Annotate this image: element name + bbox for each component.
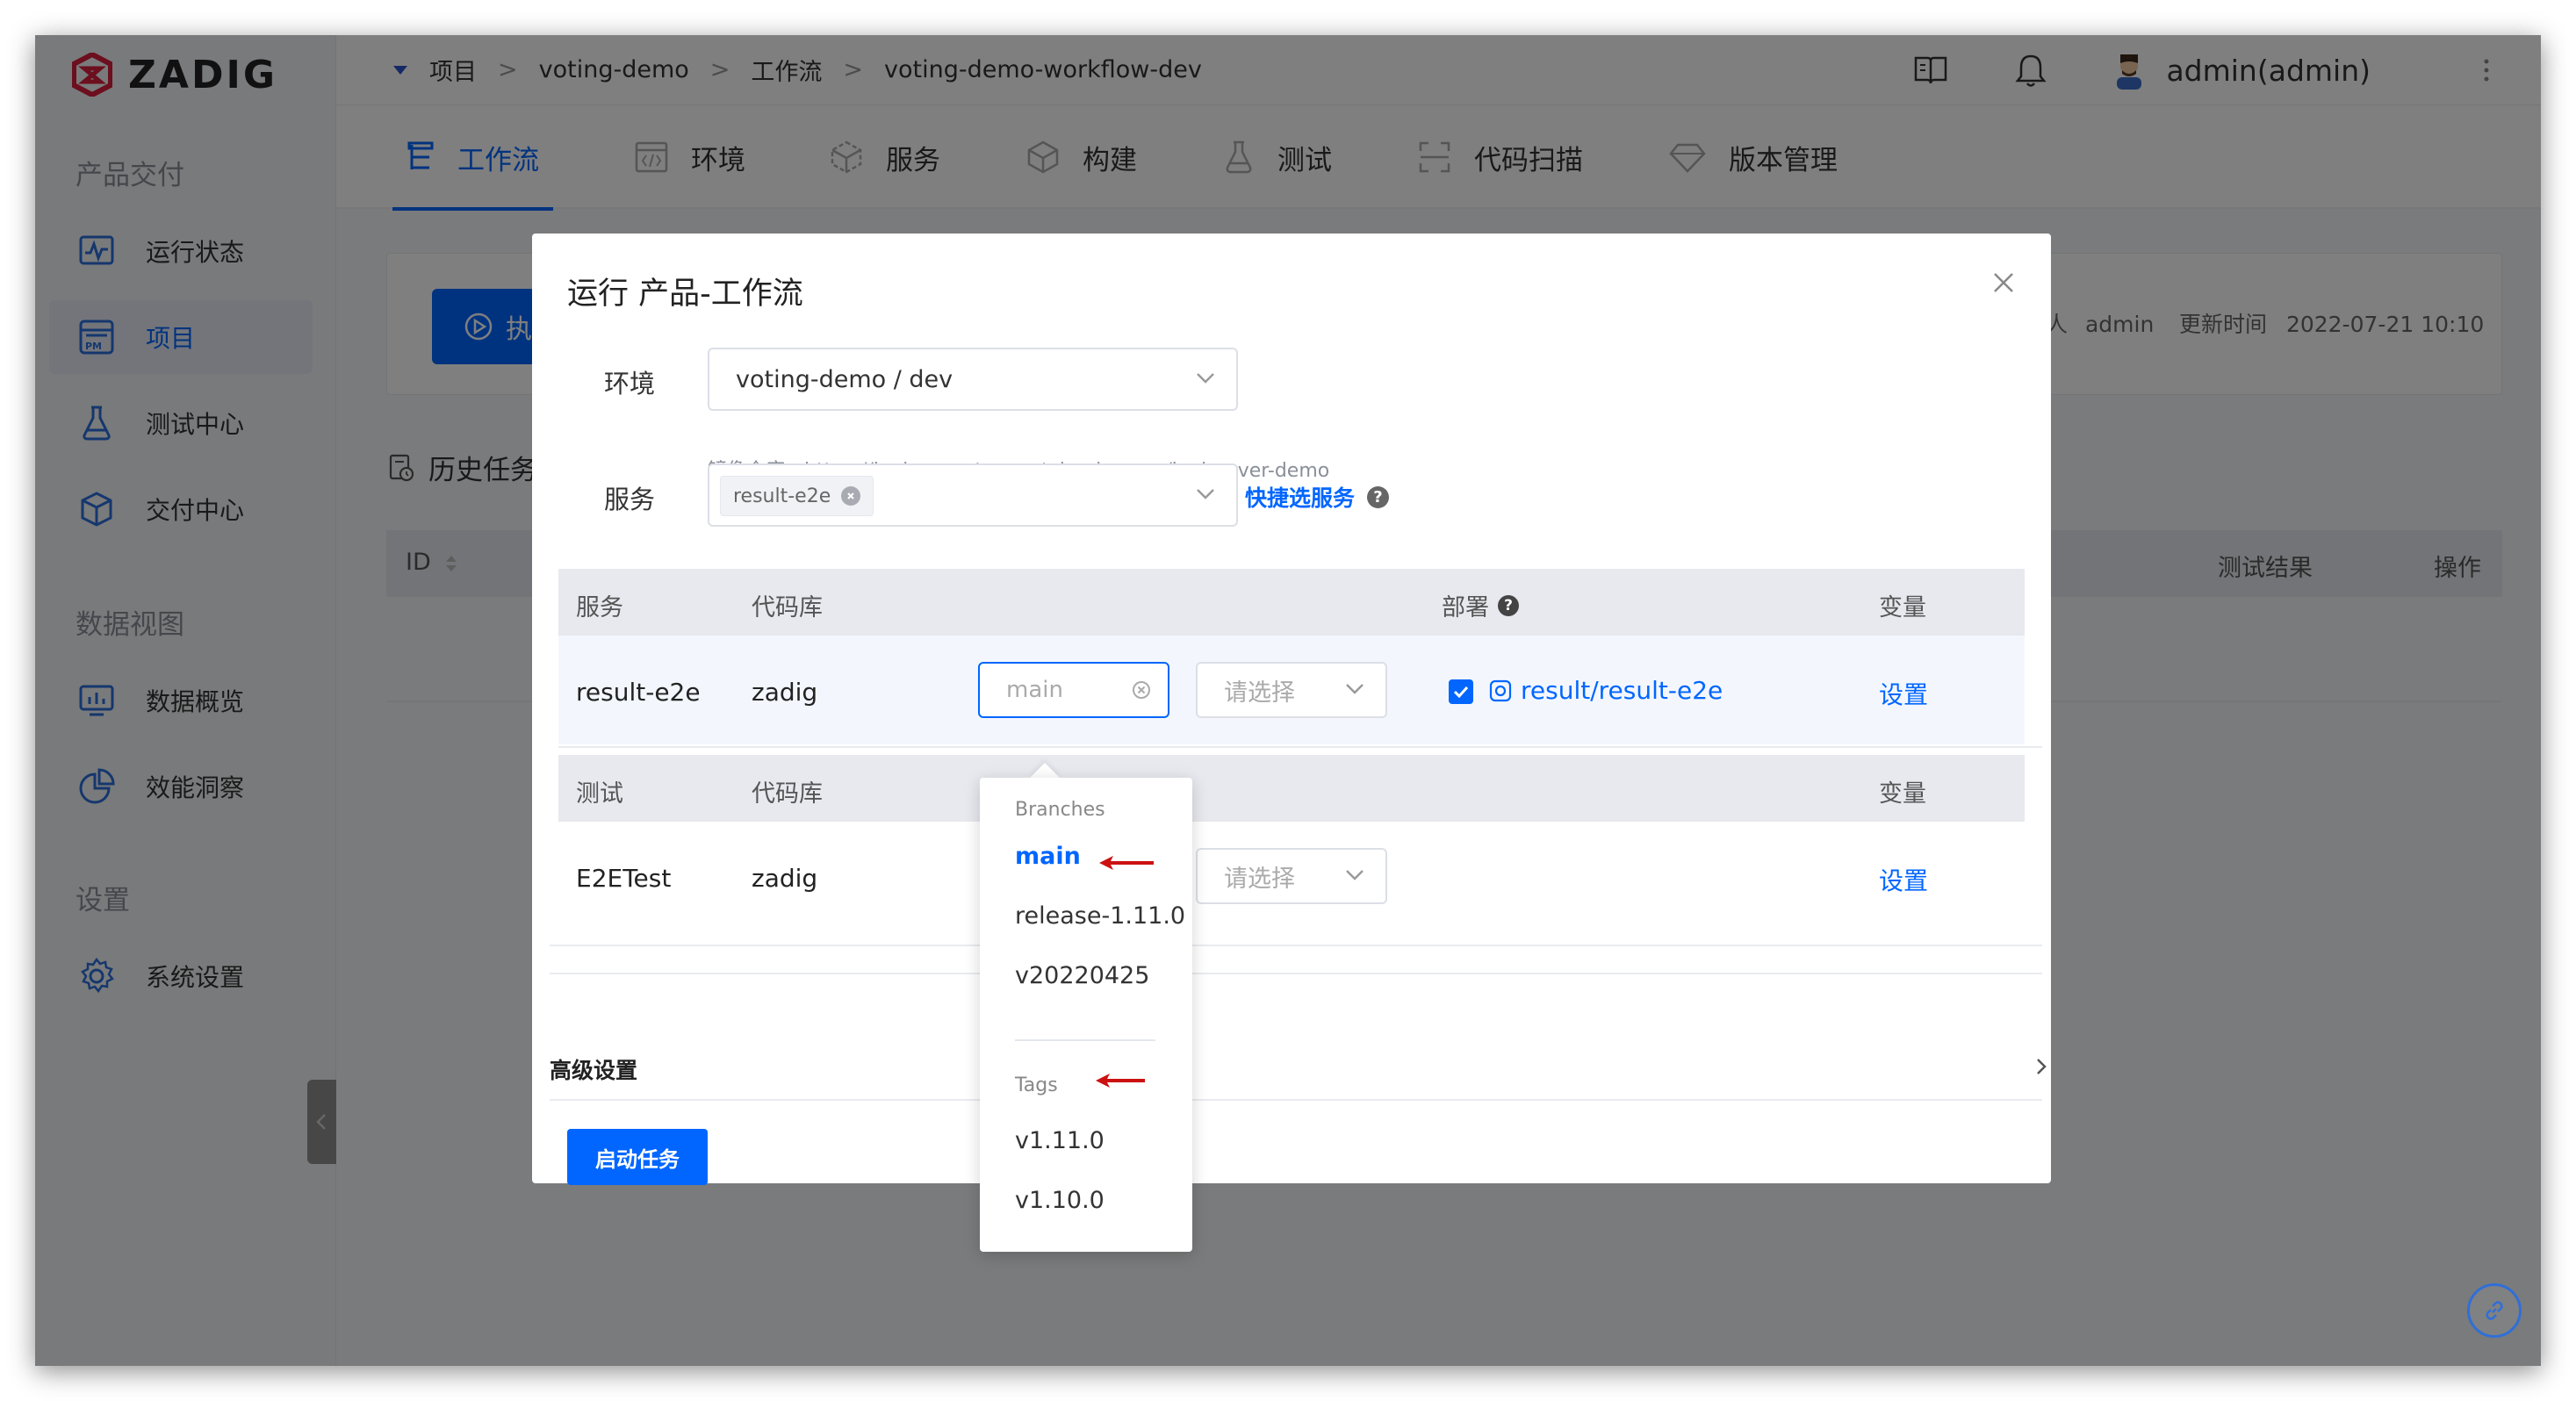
divider xyxy=(550,1099,2042,1101)
pr-select-placeholder: 请选择 xyxy=(1224,679,1295,707)
chevron-right-icon[interactable] xyxy=(2035,1057,2047,1076)
divider xyxy=(558,746,2042,748)
branches-group-title: Branches xyxy=(1015,799,1105,821)
app-window: ZADIG 产品交付 运行状态 PM 项目 测试中心 交付中心 数据视图 数据概… xyxy=(35,35,2541,1366)
deploy-target-link[interactable]: result/result-e2e xyxy=(1489,676,1723,705)
chevron-down-icon xyxy=(1197,489,1214,499)
floating-link-button[interactable] xyxy=(2467,1283,2522,1338)
test-settings-link[interactable]: 设置 xyxy=(1879,862,1928,897)
test-pr-select-placeholder: 请选择 xyxy=(1224,865,1295,893)
divider xyxy=(550,945,2042,946)
annotation-arrow-icon xyxy=(1096,1074,1145,1088)
test-pr-select[interactable]: 请选择 xyxy=(1196,848,1387,904)
dialog-title: 运行 产品-工作流 xyxy=(567,277,803,312)
pr-select[interactable]: 请选择 xyxy=(1196,662,1387,718)
service-tag: result-e2e xyxy=(720,476,874,516)
quick-select-label: 快捷选服务 xyxy=(1245,485,1356,511)
col-deploy: 部署 ? xyxy=(1442,588,1519,622)
env-select-value: voting-demo / dev xyxy=(736,365,953,393)
tags-group-title: Tags xyxy=(1015,1074,1058,1096)
chevron-down-icon xyxy=(1346,684,1364,694)
check-icon xyxy=(1453,686,1469,698)
service-label: 服务 xyxy=(604,485,656,514)
tag-remove-icon[interactable] xyxy=(841,486,861,506)
branch-option[interactable]: v20220425 xyxy=(1015,962,1149,989)
dropdown-divider xyxy=(1015,1039,1155,1041)
branch-input[interactable]: main xyxy=(978,662,1169,718)
run-workflow-dialog: 运行 产品-工作流 环境 voting-demo / dev 镜像仓库：http… xyxy=(532,234,2051,1185)
service-settings-link[interactable]: 设置 xyxy=(1879,676,1928,711)
deploy-checkbox[interactable] xyxy=(1449,679,1473,704)
test-repo: zadig xyxy=(752,864,818,893)
service-name: result-e2e xyxy=(576,678,701,707)
branch-input-placeholder: main xyxy=(1006,677,1063,703)
tag-option[interactable]: v1.10.0 xyxy=(1015,1187,1105,1214)
annotation-arrow-icon xyxy=(1099,856,1154,870)
test-name: E2ETest xyxy=(576,864,672,893)
close-icon[interactable] xyxy=(1991,270,2016,295)
service-repo: zadig xyxy=(752,678,818,707)
branch-option[interactable]: release-1.11.0 xyxy=(1015,902,1185,930)
deploy-target: result/result-e2e xyxy=(1521,676,1723,705)
divider xyxy=(550,973,2042,974)
col-test: 测试 xyxy=(576,780,623,808)
advanced-settings-label[interactable]: 高级设置 xyxy=(550,1053,637,1085)
service-tag-label: result-e2e xyxy=(733,485,831,507)
service-multiselect[interactable]: result-e2e xyxy=(708,463,1238,527)
branch-dropdown xyxy=(980,778,1192,1252)
help-icon[interactable]: ? xyxy=(1498,594,1519,616)
col-repo: 代码库 xyxy=(752,594,823,621)
clear-circle-icon[interactable] xyxy=(1131,679,1152,700)
chevron-down-icon xyxy=(1346,870,1364,880)
env-label: 环境 xyxy=(604,369,656,399)
service-box-icon xyxy=(1489,679,1512,701)
quick-select-services[interactable]: 快捷选服务 ? xyxy=(1245,481,1390,513)
tag-option[interactable]: v1.11.0 xyxy=(1015,1127,1105,1154)
help-icon[interactable]: ? xyxy=(1367,485,1390,508)
col-vars: 变量 xyxy=(1879,594,1926,621)
col-test-vars: 变量 xyxy=(1879,780,1926,808)
branch-option-main[interactable]: main xyxy=(1015,843,1081,870)
start-task-button[interactable]: 启动任务 xyxy=(567,1129,708,1185)
col-service: 服务 xyxy=(576,594,623,621)
col-deploy-label: 部署 xyxy=(1442,594,1489,621)
chevron-down-icon xyxy=(1197,373,1214,384)
link-icon xyxy=(2486,1301,2503,1320)
col-test-repo: 代码库 xyxy=(752,780,823,808)
env-select[interactable]: voting-demo / dev xyxy=(708,348,1238,411)
